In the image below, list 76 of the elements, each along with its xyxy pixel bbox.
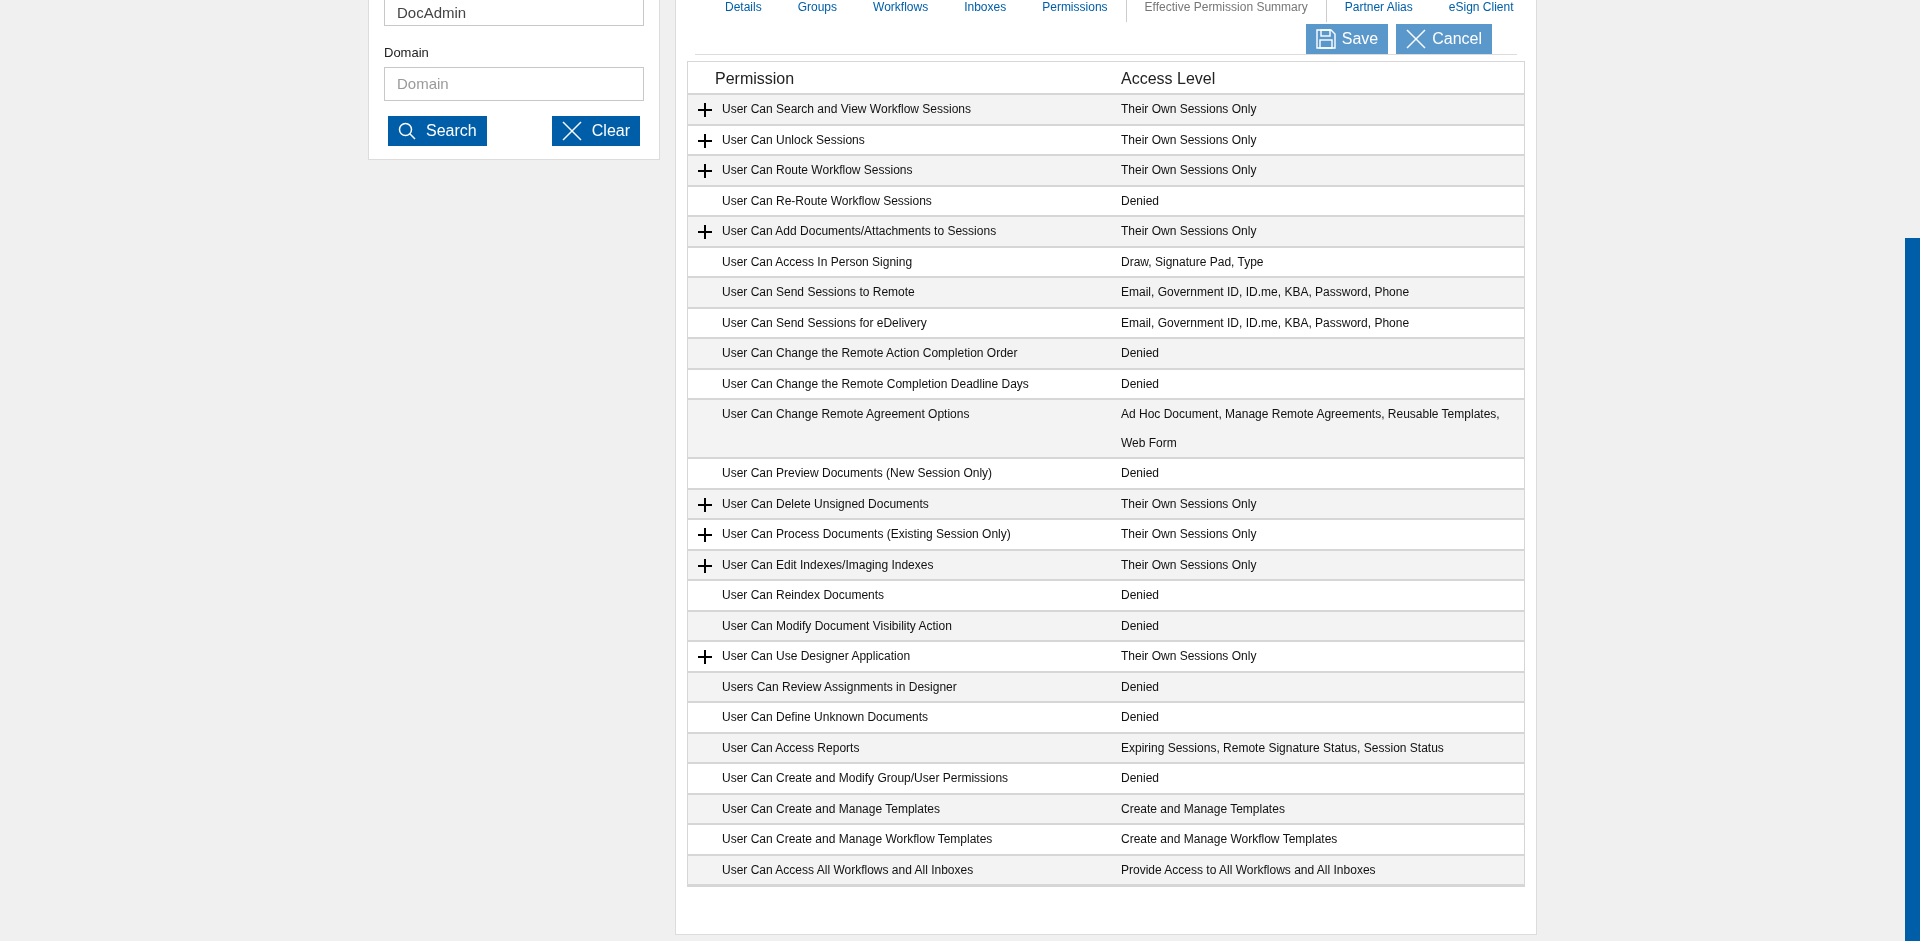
table-cell-text: Denied <box>1121 375 1161 393</box>
table-cell-text: Their Own Sessions Only <box>1121 101 1258 118</box>
column-header: Access Level <box>1121 69 1216 89</box>
table-cell-text: Denied <box>1121 345 1161 362</box>
table-cell-text: User Can Access Reports <box>722 739 861 757</box>
close-icon <box>1406 29 1427 49</box>
table-cell-text: User Can Define Unknown Documents <box>722 709 930 726</box>
column-header: Permission <box>715 69 796 89</box>
table-cell-text: User Can Route Workflow Sessions <box>722 162 914 179</box>
plus-icon[interactable] <box>698 528 712 542</box>
table-cell-text: User Can Send Sessions for eDelivery <box>722 314 928 332</box>
table-cell-text: Provide Access to All Workflows and All Inboxes <box>1121 861 1377 879</box>
table-cell-text: User Can Create and Manage Workflow Templates <box>722 831 994 848</box>
plus-icon[interactable] <box>698 103 712 117</box>
plus-icon[interactable] <box>698 133 712 148</box>
table-cell-text: Their Own Sessions Only <box>1121 495 1258 513</box>
tab[interactable]: Details <box>707 0 780 22</box>
plus-icon[interactable] <box>698 497 712 512</box>
table-cell-text: Expiring Sessions, Remote Signature Status, Session Status <box>1121 739 1445 757</box>
table-cell-text: User Can Access In Person Signing <box>722 253 914 271</box>
table-cell-text: User Can Create and Modify Group/User Permissions <box>722 770 1010 787</box>
tab[interactable]: Groups <box>779 0 856 22</box>
close-icon <box>561 120 582 141</box>
table-cell-text: Their Own Sessions Only <box>1121 162 1258 179</box>
table-cell-text: Denied <box>1121 770 1161 787</box>
tab[interactable]: Effective Permission Summary <box>1125 0 1327 22</box>
username-field[interactable]: DocAdmin <box>384 0 644 26</box>
table-cell-text: Create and Manage Workflow Templates <box>1121 831 1339 848</box>
table-cell-text: User Can Add Documents/Attachments to Sessions <box>722 223 998 240</box>
table-cell-text: Their Own Sessions Only <box>1121 648 1258 665</box>
table-cell-text: Denied <box>1121 192 1161 210</box>
table-cell-text: User Can Search and View Workflow Sessions <box>722 101 972 118</box>
tab[interactable]: Partner Alias <box>1326 0 1431 22</box>
table-cell-text: Ad Hoc Document, Manage Remote Agreements, Reusable Templates, Web Form <box>1121 406 1501 452</box>
table-cell-text: Denied <box>1121 709 1161 726</box>
table-cell-text: Their Own Sessions Only <box>1121 526 1258 543</box>
table-cell-text: User Can Send Sessions to Remote <box>722 284 916 301</box>
clear-button[interactable]: Clear <box>551 115 640 146</box>
table-cell-text: User Can Access All Workflows and All Inboxes <box>722 861 975 879</box>
table-cell-text: Email, Government ID, ID.me, KBA, Password, Phone <box>1121 314 1411 332</box>
tab[interactable]: Permissions <box>1024 0 1126 22</box>
table-cell-text: Denied <box>1121 465 1161 482</box>
table-cell-text: Denied <box>1121 587 1161 604</box>
table-cell-text: User Can Delete Unsigned Documents <box>722 495 930 513</box>
table-cell-text: User Can Change the Remote Completion Deadline Days <box>722 375 1030 393</box>
table-cell-text: User Can Create and Manage Templates <box>722 800 941 818</box>
table-cell-text: Create and Manage Templates <box>1121 800 1286 818</box>
table-cell-text: Their Own Sessions Only <box>1121 131 1258 149</box>
table-cell-text: User Can Process Documents (Existing Session Only) <box>722 526 1012 543</box>
table-cell-text: User Can Change the Remote Action Completion Order <box>722 345 1019 362</box>
table-cell-text: Users Can Review Assignments in Designer <box>722 678 958 696</box>
table-cell-text: User Can Edit Indexes/Imaging Indexes <box>722 556 935 574</box>
tab[interactable]: eSign Client <box>1430 0 1532 22</box>
plus-icon[interactable] <box>698 558 712 573</box>
plus-icon[interactable] <box>698 225 712 239</box>
search-button[interactable]: Search <box>388 115 487 146</box>
tab[interactable]: Workflows <box>855 0 947 22</box>
table-cell-text: Denied <box>1121 617 1161 635</box>
domain-label: Domain <box>384 44 429 62</box>
tab[interactable]: Inboxes <box>946 0 1025 22</box>
table-cell-text: Draw, Signature Pad, Type <box>1121 253 1265 271</box>
table-cell-text: Their Own Sessions Only <box>1121 556 1258 574</box>
table-cell-text: User Can Use Designer Application <box>722 648 912 665</box>
table-cell-text: Their Own Sessions Only <box>1121 223 1258 240</box>
table-cell-text: Email, Government ID, ID.me, KBA, Password, Phone <box>1121 284 1411 301</box>
search-icon <box>398 121 416 140</box>
domain-field[interactable]: Domain <box>384 66 644 101</box>
plus-icon[interactable] <box>698 650 712 664</box>
table-cell-text: User Can Re-Route Workflow Sessions <box>722 192 933 210</box>
table-cell-text: User Can Preview Documents (New Session Only) <box>722 465 994 482</box>
plus-icon[interactable] <box>698 164 712 178</box>
table-cell-text: Denied <box>1121 678 1161 696</box>
table-cell-text: User Can Modify Document Visibility Action <box>722 617 953 635</box>
table-cell-text: User Can Reindex Documents <box>722 587 886 604</box>
table-cell-text: User Can Unlock Sessions <box>722 131 866 149</box>
table-cell-text: User Can Change Remote Agreement Options <box>722 406 971 423</box>
